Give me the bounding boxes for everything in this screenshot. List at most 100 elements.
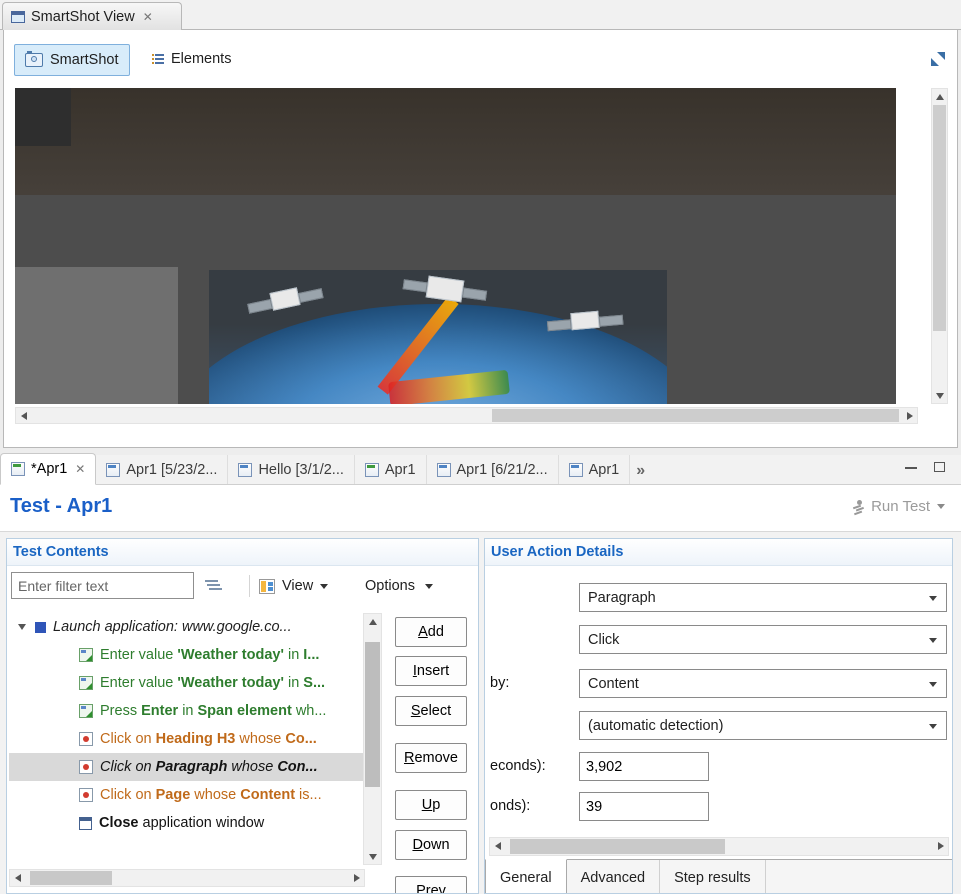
- view-icon: [259, 579, 275, 594]
- editor-tab-apr1-log-2[interactable]: Apr1 [6/21/2...: [427, 455, 559, 484]
- tree-step[interactable]: Click on Page whose Content is...: [9, 781, 363, 809]
- horizontal-scroll-thumb[interactable]: [492, 409, 899, 422]
- screenshot-vertical-scrollbar[interactable]: [931, 88, 948, 404]
- tab-advanced[interactable]: Advanced: [567, 860, 661, 894]
- maximize-view-icon[interactable]: [931, 52, 945, 66]
- tree-step-label: Close application window: [99, 815, 264, 831]
- filter-input[interactable]: [11, 572, 194, 599]
- detection-select[interactable]: (automatic detection): [579, 711, 947, 740]
- tree-step[interactable]: Enter value 'Weather today' in I...: [9, 641, 363, 669]
- chevron-down-icon[interactable]: [937, 504, 945, 509]
- details-horizontal-scrollbar[interactable]: [489, 837, 949, 856]
- identify-by-select[interactable]: Content: [579, 669, 947, 698]
- tab-general[interactable]: General: [485, 859, 567, 894]
- smartshot-view-tab-label: SmartShot View: [31, 9, 135, 25]
- button-mnemonic: U: [422, 797, 432, 813]
- satellite-graphic: [209, 270, 667, 404]
- tab-overflow-icon[interactable]: »: [636, 462, 645, 480]
- screenshot-horizontal-scrollbar[interactable]: [15, 407, 918, 424]
- editor-tab-apr1-log-1[interactable]: Apr1 [5/23/2...: [96, 455, 228, 484]
- test-file-icon: [11, 462, 25, 476]
- log-file-icon: [437, 463, 451, 477]
- minimize-icon[interactable]: [905, 467, 917, 469]
- tree-step[interactable]: Launch application: www.google.co...: [9, 613, 363, 641]
- tree-step[interactable]: Close application window: [9, 809, 363, 837]
- scroll-right-icon[interactable]: [902, 408, 917, 423]
- detection-value: (automatic detection): [588, 718, 723, 734]
- smartshot-toggle-label: SmartShot: [50, 52, 119, 68]
- scroll-up-icon[interactable]: [365, 614, 380, 629]
- insert-button[interactable]: Insert: [395, 656, 467, 686]
- element-role-select[interactable]: Paragraph: [579, 583, 947, 612]
- editor-tab-apr1-2[interactable]: Apr1: [355, 455, 427, 484]
- up-button[interactable]: Up: [395, 790, 467, 820]
- tree-step[interactable]: Enter value 'Weather today' in S...: [9, 669, 363, 697]
- toolbar-separator: [249, 575, 250, 597]
- test-file-icon: [365, 463, 379, 477]
- user-action-details-header: User Action Details: [485, 539, 952, 566]
- close-icon[interactable]: ✕: [143, 10, 153, 24]
- scroll-down-icon[interactable]: [932, 388, 947, 403]
- tree-step-label: Click on Heading H3 whose Co...: [100, 731, 317, 747]
- vertical-scroll-thumb[interactable]: [365, 642, 380, 787]
- tree-step[interactable]: Click on Paragraph whose Con...: [9, 753, 363, 781]
- elements-label: Elements: [171, 51, 231, 67]
- element-role-value: Paragraph: [588, 590, 656, 606]
- scroll-left-icon[interactable]: [10, 870, 25, 885]
- elements-tab[interactable]: Elements: [144, 44, 239, 74]
- screenshot-canvas[interactable]: EATHER READY SPACE ANIMALS HEALTH SCIENC…: [15, 88, 896, 404]
- button-mnemonic: D: [412, 837, 422, 853]
- think-time-input[interactable]: [579, 752, 709, 781]
- editor-tab-apr1[interactable]: *Apr1 ✕: [0, 453, 96, 485]
- action-select[interactable]: Click: [579, 625, 947, 654]
- scroll-left-icon[interactable]: [490, 838, 505, 853]
- scroll-down-icon[interactable]: [365, 849, 380, 864]
- close-icon[interactable]: ✕: [75, 462, 85, 476]
- view-menu-button[interactable]: View: [259, 572, 328, 600]
- smartshot-toggle-button[interactable]: SmartShot: [14, 44, 130, 76]
- button-mnemonic: P: [416, 883, 426, 894]
- smartshot-view-tab[interactable]: SmartShot View ✕: [2, 2, 182, 30]
- editor-tab-hello-log[interactable]: Hello [3/1/2...: [228, 455, 354, 484]
- editor-panels: Test Contents View Options Launch applic…: [0, 532, 961, 894]
- tree-step-label: Launch application: www.google.co...: [53, 619, 292, 635]
- scroll-left-icon[interactable]: [16, 408, 31, 423]
- scroll-right-icon[interactable]: [933, 838, 948, 853]
- remove-button[interactable]: Remove: [395, 743, 467, 773]
- prev-button[interactable]: Prev: [395, 876, 467, 894]
- tree-step[interactable]: Press Enter in Span element wh...: [9, 697, 363, 725]
- horizontal-scroll-thumb[interactable]: [30, 871, 112, 885]
- maximize-icon[interactable]: [934, 462, 945, 472]
- scroll-right-icon[interactable]: [349, 870, 364, 885]
- click-step-icon: [79, 732, 93, 746]
- button-mnemonic: R: [404, 750, 414, 766]
- press-key-icon: [79, 704, 93, 718]
- select-button[interactable]: Select: [395, 696, 467, 726]
- tab-step-results[interactable]: Step results: [660, 860, 766, 894]
- tree-step[interactable]: Click on Heading H3 whose Co...: [9, 725, 363, 753]
- run-test-button[interactable]: Run Test: [851, 498, 945, 515]
- tree-horizontal-scrollbar[interactable]: [9, 869, 365, 887]
- expander-icon[interactable]: [9, 624, 35, 630]
- user-action-details-title: User Action Details: [491, 544, 623, 560]
- satellite-2: [426, 276, 465, 303]
- filter-icon[interactable]: [205, 579, 219, 591]
- editor-tab-label: Apr1 [5/23/2...: [126, 462, 217, 478]
- scroll-up-icon[interactable]: [932, 89, 947, 104]
- close-window-icon: [79, 817, 92, 830]
- down-button[interactable]: Down: [395, 830, 467, 860]
- options-menu-label: Options: [365, 578, 415, 594]
- tree-vertical-scrollbar[interactable]: [363, 613, 382, 865]
- vertical-scroll-thumb[interactable]: [933, 105, 946, 331]
- smartshot-view-icon: [11, 11, 25, 23]
- horizontal-scroll-thumb[interactable]: [510, 839, 725, 854]
- tab-advanced-label: Advanced: [581, 870, 646, 886]
- editor-tab-label: Apr1: [385, 462, 416, 478]
- editor-tab-apr1-3[interactable]: Apr1: [559, 455, 631, 484]
- log-file-icon: [106, 463, 120, 477]
- elements-icon: [152, 53, 164, 65]
- timeout-input[interactable]: [579, 792, 709, 821]
- action-value: Click: [588, 632, 619, 648]
- options-menu-button[interactable]: Options: [365, 572, 433, 600]
- add-button[interactable]: Add: [395, 617, 467, 647]
